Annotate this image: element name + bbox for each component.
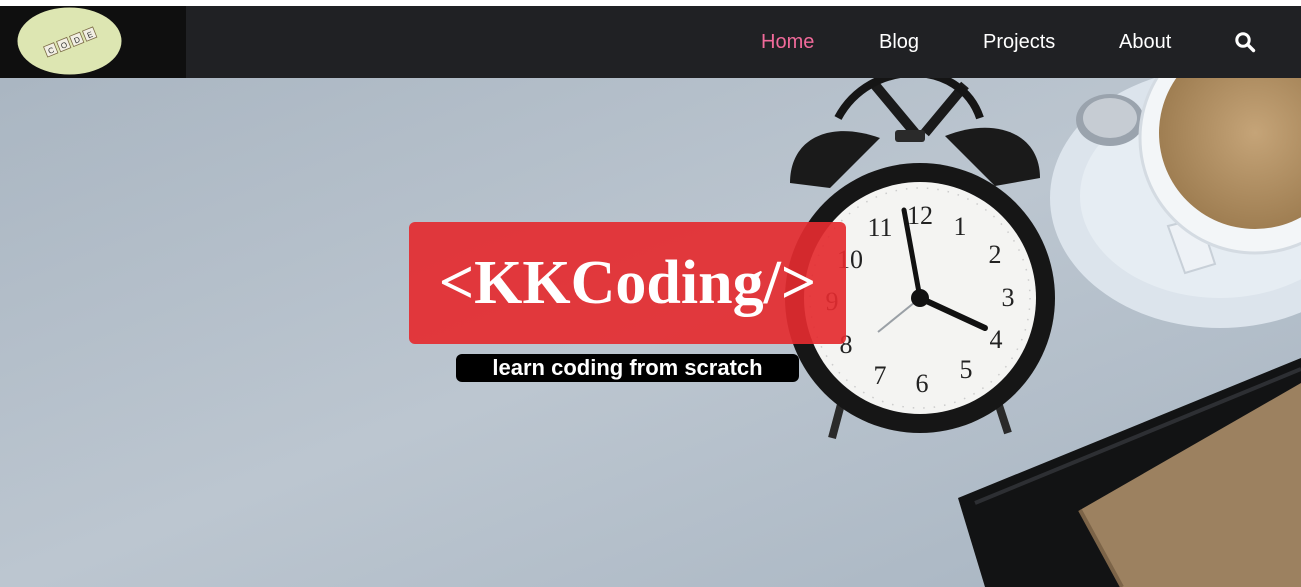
logo-image[interactable]: C O D E: [17, 7, 122, 75]
search-icon[interactable]: [1234, 31, 1256, 53]
navbar: C O D E Home Blog Projects About: [0, 6, 1301, 78]
clock-number-5: 5: [960, 355, 973, 384]
clock-number-11: 11: [867, 213, 892, 242]
hero-section: 12 1 2 3 4 5 6 7 8 9 10 11: [0, 78, 1301, 587]
clock-number-12: 12: [907, 201, 933, 230]
nav-link-about[interactable]: About: [1119, 6, 1171, 78]
nav-link-projects[interactable]: Projects: [983, 6, 1055, 78]
brand-title-box: <KKCoding/>: [409, 222, 846, 344]
logo-panel[interactable]: C O D E: [0, 6, 186, 78]
nav-link-home[interactable]: Home: [761, 6, 814, 78]
page: C O D E Home Blog Projects About 12 1 2 …: [0, 0, 1301, 587]
brand-title: <KKCoding/>: [438, 248, 817, 317]
nav-link-blog[interactable]: Blog: [879, 6, 919, 78]
clock-number-6: 6: [916, 369, 929, 398]
tagline: learn coding from scratch: [456, 354, 799, 382]
clock-number-1: 1: [954, 212, 967, 241]
clock-number-3: 3: [1002, 283, 1015, 312]
clock-number-4: 4: [990, 325, 1003, 354]
clock-number-2: 2: [989, 240, 1002, 269]
clock-number-7: 7: [874, 361, 887, 390]
